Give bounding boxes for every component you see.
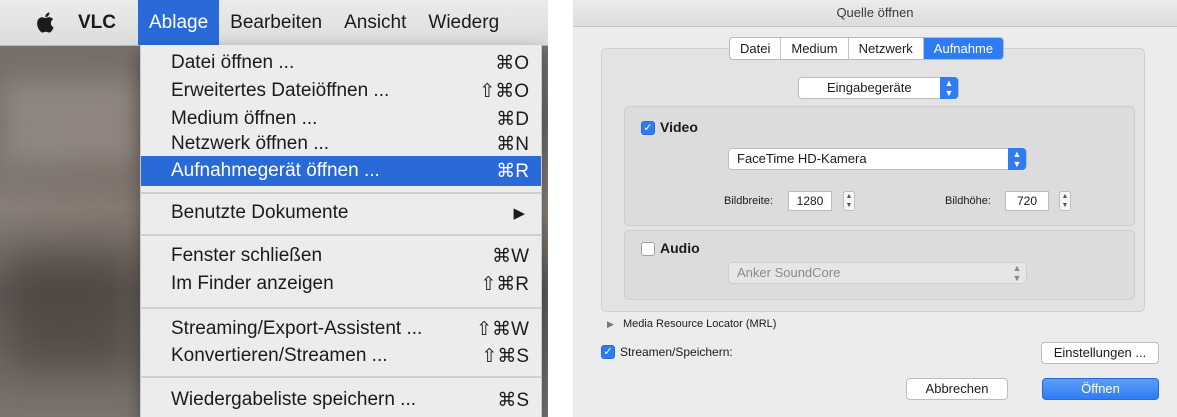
menu-item-erweitertes-dateioeffnen[interactable]: Erweitertes Dateiöffnen ... ⇧⌘O bbox=[141, 77, 541, 105]
menu-item-label: Fenster schließen bbox=[171, 245, 323, 266]
menu-item-wiedergabeliste-speichern[interactable]: Wiedergabeliste speichern ... ⌘S bbox=[141, 386, 541, 414]
open-source-dialog: Quelle öffnen Datei Medium Netzwerk Aufn… bbox=[573, 0, 1177, 417]
background-blur bbox=[10, 250, 130, 370]
open-button[interactable]: Öffnen bbox=[1042, 378, 1159, 400]
menu-item-fenster-schliessen[interactable]: Fenster schließen ⌘W bbox=[141, 242, 541, 270]
menu-item-label: Medium öffnen ... bbox=[171, 108, 318, 129]
width-input[interactable]: 1280 bbox=[788, 191, 832, 211]
video-device-select[interactable]: FaceTime HD-Kamera ▲ ▼ bbox=[728, 148, 1027, 170]
tab-bar: Datei Medium Netzwerk Aufnahme bbox=[729, 37, 1005, 60]
menu-separator bbox=[141, 307, 541, 309]
video-checkbox[interactable]: ✓ bbox=[641, 121, 655, 135]
tab-aufnahme[interactable]: Aufnahme bbox=[923, 38, 1004, 59]
chevron-updown-icon: ▲ ▼ bbox=[940, 77, 958, 99]
cancel-button[interactable]: Abbrechen bbox=[906, 378, 1008, 400]
menu-separator bbox=[141, 234, 541, 236]
menu-item-label: Wiedergabeliste speichern ... bbox=[171, 389, 417, 410]
menu-item-label: Streaming/Export-Assistent ... bbox=[171, 318, 423, 339]
video-label: Video bbox=[660, 119, 698, 135]
menu-item-label: Netzwerk öffnen ... bbox=[171, 133, 330, 154]
menu-item-shortcut: ⌘N bbox=[496, 133, 529, 155]
source-type-value: Eingabegeräte bbox=[827, 80, 912, 95]
height-stepper[interactable]: ▲ ▼ bbox=[1059, 191, 1071, 211]
background-blur bbox=[0, 80, 140, 160]
menu-item-aufnahmegeraet-oeffnen[interactable]: Aufnahmegerät öffnen ... ⌘R bbox=[141, 156, 541, 186]
menu-item-shortcut: ⌘D bbox=[496, 108, 529, 130]
width-label: Bildbreite: bbox=[724, 195, 773, 207]
menu-bar: VLC Ablage Bearbeiten Ansicht Wiederg bbox=[0, 0, 548, 46]
mrl-label: Media Resource Locator (MRL) bbox=[623, 318, 777, 330]
dialog-title: Quelle öffnen bbox=[573, 0, 1177, 27]
menu-wiedergabe[interactable]: Wiederg bbox=[417, 0, 510, 45]
audio-checkbox[interactable] bbox=[641, 242, 655, 256]
menu-item-label: Datei öffnen ... bbox=[171, 52, 295, 73]
stream-save-checkbox[interactable]: ✓ bbox=[601, 345, 615, 359]
menu-item-streaming-export-assistent[interactable]: Streaming/Export-Assistent ... ⇧⌘W bbox=[141, 315, 541, 343]
menu-item-medium-oeffnen[interactable]: Medium öffnen ... ⌘D bbox=[141, 105, 541, 133]
chevron-updown-icon: ▲ ▼ bbox=[1012, 263, 1022, 283]
menu-item-label: Aufnahmegerät öffnen ... bbox=[171, 160, 380, 181]
video-device-value: FaceTime HD-Kamera bbox=[737, 151, 867, 166]
menu-item-shortcut: ⇧⌘O bbox=[479, 80, 529, 102]
apple-logo-icon[interactable] bbox=[0, 0, 78, 45]
audio-label: Audio bbox=[660, 240, 700, 256]
source-type-select[interactable]: Eingabegeräte ▲ ▼ bbox=[798, 77, 959, 99]
width-stepper[interactable]: ▲ ▼ bbox=[843, 191, 855, 211]
stream-save-label: Streamen/Speichern: bbox=[620, 345, 733, 359]
submenu-arrow-icon: ▶ bbox=[513, 205, 525, 222]
menu-item-im-finder-anzeigen[interactable]: Im Finder anzeigen ⇧⌘R bbox=[141, 270, 541, 298]
menu-item-konvertieren-streamen[interactable]: Konvertieren/Streamen ... ⇧⌘S bbox=[141, 342, 541, 370]
vlc-menu-screenshot: VLC Ablage Bearbeiten Ansicht Wiederg Da… bbox=[0, 0, 548, 417]
menu-item-shortcut: ⇧⌘S bbox=[481, 345, 529, 367]
disclosure-triangle-icon[interactable]: ▶ bbox=[607, 319, 614, 330]
menu-bearbeiten[interactable]: Bearbeiten bbox=[219, 0, 333, 45]
tab-datei[interactable]: Datei bbox=[730, 38, 782, 59]
height-label: Bildhöhe: bbox=[945, 195, 991, 207]
height-input[interactable]: 720 bbox=[1005, 191, 1049, 211]
menu-item-shortcut: ⌘S bbox=[497, 389, 529, 411]
menu-vlc[interactable]: VLC bbox=[78, 0, 138, 45]
menu-item-shortcut: ⌘R bbox=[496, 160, 529, 182]
tab-medium[interactable]: Medium bbox=[781, 38, 849, 59]
menu-item-label: Konvertieren/Streamen ... bbox=[171, 345, 388, 366]
settings-button[interactable]: Einstellungen ... bbox=[1041, 342, 1159, 364]
menu-item-shortcut: ⌘O bbox=[495, 52, 529, 74]
menu-item-label: Benutzte Dokumente bbox=[171, 202, 349, 223]
menu-ablage[interactable]: Ablage bbox=[138, 0, 220, 45]
menu-item-shortcut: ⇧⌘R bbox=[480, 273, 529, 295]
chevron-updown-icon: ▲ ▼ bbox=[1008, 148, 1026, 170]
menu-item-netzwerk-oeffnen[interactable]: Netzwerk öffnen ... ⌘N bbox=[141, 130, 541, 158]
menu-item-datei-oeffnen[interactable]: Datei öffnen ... ⌘O bbox=[141, 49, 541, 77]
audio-device-select[interactable]: Anker SoundCore ▲ ▼ bbox=[728, 262, 1027, 284]
menu-separator bbox=[141, 376, 541, 378]
menu-item-benutzte-dokumente[interactable]: Benutzte Dokumente ▶ bbox=[141, 199, 541, 227]
menu-ansicht[interactable]: Ansicht bbox=[333, 0, 417, 45]
tab-netzwerk[interactable]: Netzwerk bbox=[849, 38, 924, 59]
menu-item-label: Erweitertes Dateiöffnen ... bbox=[171, 80, 390, 101]
menu-separator bbox=[141, 192, 541, 194]
menu-item-shortcut: ⌘W bbox=[492, 245, 529, 267]
ablage-dropdown-menu: Datei öffnen ... ⌘O Erweitertes Dateiöff… bbox=[140, 45, 542, 417]
menu-item-label: Im Finder anzeigen bbox=[171, 273, 334, 294]
menu-item-shortcut: ⇧⌘W bbox=[476, 318, 529, 340]
audio-device-value: Anker SoundCore bbox=[737, 265, 841, 280]
